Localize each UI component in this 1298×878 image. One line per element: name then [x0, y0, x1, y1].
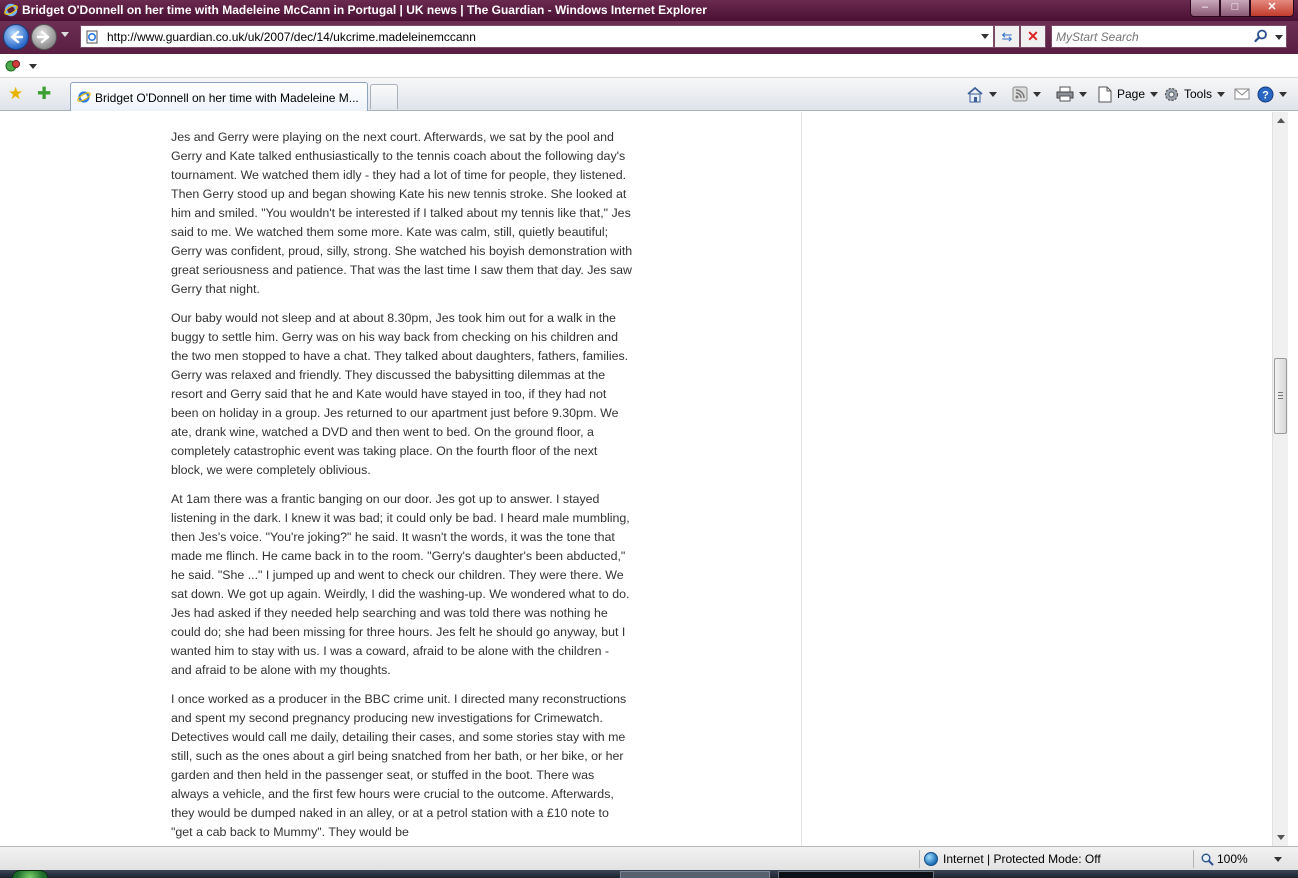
maximize-button[interactable]: □: [1220, 0, 1250, 17]
security-zone-label: Internet | Protected Mode: Off: [943, 852, 1101, 866]
article-paragraph: At 1am there was a frantic banging on ou…: [171, 492, 630, 677]
feed-discovery-dropdown[interactable]: [29, 64, 37, 69]
forward-button[interactable]: [31, 24, 57, 50]
window-right-edge: [1288, 112, 1298, 846]
page-icon: [86, 30, 98, 44]
article-body: Jes and Gerry were playing on the next c…: [171, 128, 633, 846]
scroll-down-arrow-icon[interactable]: [1277, 835, 1285, 840]
address-dropdown-icon[interactable]: [981, 34, 989, 39]
status-separator: [1193, 850, 1194, 868]
research-button[interactable]: [1234, 85, 1250, 103]
add-to-favorites-icon[interactable]: ✚: [37, 85, 51, 102]
close-button[interactable]: ✕: [1250, 0, 1294, 17]
zoom-icon: [1201, 853, 1214, 866]
page-menu-icon: [1098, 86, 1112, 102]
tab-label: Bridget O'Donnell on her time with Madel…: [95, 91, 359, 105]
minimize-button[interactable]: –: [1190, 0, 1220, 17]
status-bar: Internet | Protected Mode: Off 100%: [0, 846, 1298, 870]
search-input[interactable]: [1056, 29, 1252, 45]
back-button[interactable]: [3, 24, 29, 50]
help-icon: ?: [1257, 86, 1274, 102]
search-options-dropdown[interactable]: [1275, 35, 1283, 40]
article-paragraph: I once worked as a producer in the BBC c…: [171, 692, 627, 839]
home-dropdown-icon[interactable]: [989, 91, 997, 97]
print-dropdown-icon[interactable]: [1079, 91, 1087, 97]
grip-icon: [1278, 392, 1283, 399]
refresh-icon: ⇆: [1001, 29, 1013, 44]
start-button[interactable]: [12, 870, 48, 878]
ie-page-icon: [77, 91, 91, 103]
forward-arrow-icon: [37, 30, 50, 44]
zoom-level: 100%: [1217, 852, 1248, 866]
title-bar: Bridget O'Donnell on her time with Madel…: [0, 0, 1298, 21]
stop-button[interactable]: ✕: [1020, 25, 1046, 48]
tools-dropdown-icon: [1217, 91, 1226, 97]
refresh-button[interactable]: ⇆: [994, 25, 1020, 48]
taskbar-item-active[interactable]: [778, 871, 934, 878]
tab-current-page[interactable]: Bridget O'Donnell on her time with Madel…: [70, 82, 368, 111]
home-icon: [967, 86, 983, 102]
search-icon[interactable]: [1254, 29, 1268, 43]
help-dropdown-icon[interactable]: [1279, 91, 1287, 97]
home-button[interactable]: [966, 85, 997, 103]
article-paragraph: Jes and Gerry were playing on the next c…: [171, 130, 633, 296]
navigation-bar: http://www.guardian.co.uk/uk/2007/dec/14…: [0, 21, 1298, 54]
gear-icon: [1164, 87, 1179, 101]
feed-discovery-icon[interactable]: [5, 59, 21, 73]
favorites-center-icon[interactable]: ★: [8, 85, 23, 102]
globe-icon: [924, 852, 938, 866]
status-separator: [919, 850, 920, 868]
links-toolbar: [0, 54, 1298, 78]
ie-logo-icon: [4, 3, 18, 17]
page-menu-label: Page: [1117, 87, 1146, 101]
article-paragraph: Our baby would not sleep and at about 8.…: [171, 311, 629, 477]
page-dropdown-icon: [1150, 91, 1159, 97]
rss-feed-icon: [1012, 86, 1028, 102]
recent-pages-dropdown[interactable]: [61, 32, 69, 37]
security-zone[interactable]: Internet | Protected Mode: Off: [924, 852, 1101, 866]
sidebar-column-divider: [801, 112, 802, 846]
page-menu-button[interactable]: Page: [1097, 85, 1159, 103]
zoom-control[interactable]: 100%: [1201, 852, 1282, 866]
back-arrow-icon: [10, 30, 23, 44]
svg-text:?: ?: [1262, 89, 1269, 101]
page-content: Jes and Gerry were playing on the next c…: [0, 112, 1272, 846]
scrollbar-thumb[interactable]: [1274, 358, 1287, 434]
printer-icon: [1056, 86, 1074, 102]
vertical-scrollbar[interactable]: [1272, 112, 1288, 846]
feeds-dropdown-icon[interactable]: [1033, 91, 1041, 97]
scroll-up-arrow-icon[interactable]: [1277, 118, 1285, 123]
research-icon: [1234, 88, 1250, 100]
taskbar-item[interactable]: [620, 871, 770, 878]
tab-bar: ★ ✚ Bridget O'Donnell on her time with M…: [0, 78, 1298, 111]
window-title: Bridget O'Donnell on her time with Madel…: [22, 3, 707, 17]
address-bar[interactable]: http://www.guardian.co.uk/uk/2007/dec/14…: [80, 25, 994, 48]
help-button[interactable]: ?: [1257, 85, 1287, 103]
stop-icon: ✕: [1027, 28, 1039, 44]
window-controls: – □ ✕: [1190, 0, 1294, 17]
address-url[interactable]: http://www.guardian.co.uk/uk/2007/dec/14…: [107, 30, 476, 44]
print-button[interactable]: [1056, 85, 1087, 103]
zoom-dropdown-icon[interactable]: [1273, 856, 1282, 862]
tools-menu-label: Tools: [1184, 87, 1213, 101]
feeds-button[interactable]: [1012, 85, 1041, 103]
tools-menu-button[interactable]: Tools: [1163, 85, 1226, 103]
new-tab-button[interactable]: [370, 84, 398, 109]
search-box[interactable]: [1051, 25, 1287, 48]
